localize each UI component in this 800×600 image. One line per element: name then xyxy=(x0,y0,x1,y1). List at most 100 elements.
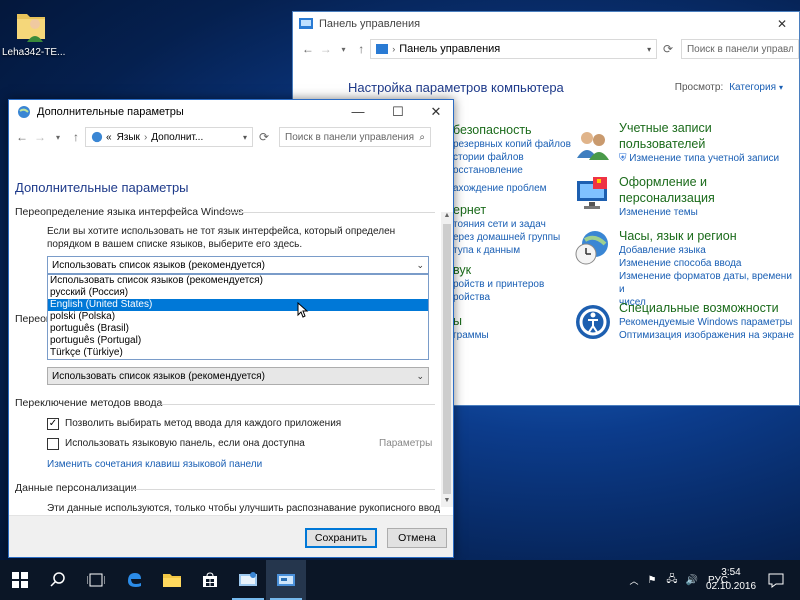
advanced-settings-window[interactable]: Дополнительные параметры — ☐ ✕ ← → ▾ ↑ «… xyxy=(8,99,454,558)
address-crumb[interactable]: Дополнит... xyxy=(151,132,203,143)
left-cat-text[interactable]: стории файлов xyxy=(453,151,571,164)
category-title[interactable]: пользователей xyxy=(619,136,779,152)
category-link[interactable]: Оптимизация изображения на экране xyxy=(619,329,794,342)
address-overflow[interactable]: « xyxy=(106,132,112,143)
hotkeys-link[interactable]: Изменить сочетания клавиш языковой панел… xyxy=(47,459,262,470)
dialog-scrollbar[interactable]: ▲ ▼ xyxy=(441,212,453,507)
category-link[interactable]: Добавление языка xyxy=(619,244,799,257)
control-panel-titlebar[interactable]: Панель управления ✕ xyxy=(293,12,799,36)
category-link[interactable]: Изменение темы xyxy=(619,206,715,219)
cancel-button[interactable]: Отмена xyxy=(387,528,447,548)
address-dropdown-icon[interactable]: ▾ xyxy=(243,133,247,142)
category-title[interactable]: Учетные записи xyxy=(619,120,779,136)
user-accounts-icon[interactable] xyxy=(575,128,611,164)
view-selector[interactable]: Просмотр: Категория ▾ xyxy=(675,82,783,93)
category-appearance: Оформление и персонализация Изменение те… xyxy=(619,174,715,219)
refresh-icon[interactable]: ⟳ xyxy=(659,42,677,56)
store-button[interactable] xyxy=(190,560,230,600)
dropdown-option[interactable]: русский (Россия) xyxy=(48,287,428,299)
category-clock-language: Часы, язык и регион Добавление языка Изм… xyxy=(619,228,799,309)
maximize-icon[interactable]: ☐ xyxy=(381,102,415,122)
dialog-search-input[interactable]: Поиск в панели управления ⌕ xyxy=(279,127,431,147)
minimize-icon[interactable]: — xyxy=(341,102,375,122)
left-cat-text[interactable]: ройств и принтеров xyxy=(453,278,571,291)
category-link[interactable]: ⛨ Изменение типа учетной записи xyxy=(619,152,779,165)
taskbar-clock[interactable]: 3:54 02.10.2016 xyxy=(706,566,756,594)
left-cat-text[interactable]: тупа к данным xyxy=(453,244,571,257)
history-chevron-icon[interactable]: ▾ xyxy=(335,45,353,54)
volume-icon[interactable]: 🔊 xyxy=(682,575,702,586)
dropdown-option[interactable]: português (Portugal) xyxy=(48,335,428,347)
start-button[interactable] xyxy=(0,560,40,600)
left-cat-text[interactable]: ерез домашней группы xyxy=(453,231,571,244)
left-cat-text[interactable]: граммы xyxy=(453,329,571,342)
action-center-flag-icon[interactable]: ⚑ xyxy=(642,575,662,586)
left-cat-text[interactable]: ройства xyxy=(453,291,571,304)
category-title[interactable]: Оформление и xyxy=(619,174,715,190)
edge-button[interactable] xyxy=(114,560,154,600)
network-icon[interactable]: 🖧 xyxy=(662,572,682,589)
up-arrow-icon[interactable]: ↑ xyxy=(67,130,85,144)
left-cat-text[interactable]: осстановление xyxy=(453,164,571,177)
left-cat-text[interactable]: ахождение проблем xyxy=(453,182,571,195)
category-link[interactable]: Изменение форматов даты, времени и xyxy=(619,270,799,296)
notifications-button[interactable] xyxy=(756,560,796,600)
dialog-address-bar[interactable]: « Язык › Дополнит... ▾ xyxy=(85,127,253,147)
task-view-icon xyxy=(87,573,105,587)
close-icon[interactable]: ✕ xyxy=(419,102,453,122)
category-title[interactable]: Специальные возможности xyxy=(619,300,794,316)
language-settings-taskbar-button[interactable] xyxy=(266,560,306,600)
left-cat-text[interactable]: безопасность xyxy=(453,122,571,138)
clock-time: 3:54 xyxy=(721,567,741,578)
address-dropdown-icon[interactable]: ▾ xyxy=(647,45,651,54)
up-arrow-icon[interactable]: ↑ xyxy=(352,42,370,56)
show-hidden-icons-chevron-icon[interactable]: ︿ xyxy=(626,574,642,587)
scroll-up-icon[interactable]: ▲ xyxy=(441,212,453,222)
left-cat-text[interactable]: резервных копий файлов xyxy=(453,138,571,151)
per-app-input-checkbox-row[interactable]: ✓ Позволить выбирать метод ввода для каж… xyxy=(47,417,341,430)
ui-language-dropdown[interactable]: Использовать список языков (рекомендуетс… xyxy=(47,256,429,274)
history-chevron-icon[interactable]: ▾ xyxy=(49,133,67,142)
left-cat-text[interactable]: ернет xyxy=(453,202,571,218)
search-button[interactable] xyxy=(38,560,78,600)
dropdown-option[interactable]: português (Brasil) xyxy=(48,323,428,335)
back-arrow-icon[interactable]: ← xyxy=(13,130,31,144)
clock-language-icon[interactable] xyxy=(575,230,611,266)
scroll-down-icon[interactable]: ▼ xyxy=(441,497,453,507)
task-view-button[interactable] xyxy=(76,560,116,600)
control-panel-taskbar-button[interactable] xyxy=(228,560,268,600)
control-panel-address-bar[interactable]: › Панель управления ▾ xyxy=(370,39,658,59)
dropdown-option[interactable]: Türkçe (Türkiye) xyxy=(48,347,428,359)
address-crumb[interactable]: Язык xyxy=(117,132,140,143)
back-arrow-icon[interactable]: ← xyxy=(299,42,317,56)
file-explorer-button[interactable] xyxy=(152,560,192,600)
refresh-icon[interactable]: ⟳ xyxy=(255,130,273,144)
parameters-link[interactable]: Параметры xyxy=(379,438,432,449)
dropdown-option-highlighted[interactable]: English (United States) xyxy=(48,299,428,311)
category-title[interactable]: Часы, язык и регион xyxy=(619,228,799,244)
dropdown-option[interactable]: polski (Polska) xyxy=(48,311,428,323)
left-cat-text[interactable]: тояния сети и задач xyxy=(453,218,571,231)
category-link[interactable]: Рекомендуемые Windows параметры xyxy=(619,316,794,329)
accessibility-icon[interactable] xyxy=(575,304,611,340)
dropdown-option[interactable]: Использовать список языков (рекомендуетс… xyxy=(48,275,428,287)
desktop-icon-user-folder[interactable]: Leha342-TE... xyxy=(2,8,65,58)
left-cat-text[interactable]: вук xyxy=(453,262,571,278)
left-cat-text[interactable]: ы xyxy=(453,313,571,329)
address-cp-icon xyxy=(376,44,389,54)
appearance-icon[interactable] xyxy=(575,177,611,213)
ui-language-dropdown-list[interactable]: Использовать список языков (рекомендуетс… xyxy=(47,274,429,360)
category-title[interactable]: персонализация xyxy=(619,190,715,206)
forward-arrow-icon[interactable]: → xyxy=(317,42,335,56)
language-bar-checkbox[interactable] xyxy=(47,437,59,450)
per-app-input-checkbox[interactable]: ✓ xyxy=(47,417,59,430)
scrollbar-thumb[interactable] xyxy=(443,224,451,494)
save-button[interactable]: Сохранить xyxy=(305,528,377,548)
input-method-dropdown[interactable]: Использовать список языков (рекомендуетс… xyxy=(47,367,429,385)
language-bar-checkbox-row[interactable]: Использовать языковую панель, если она д… xyxy=(47,437,305,450)
forward-arrow-icon[interactable]: → xyxy=(31,130,49,144)
view-value[interactable]: Категория xyxy=(729,82,776,93)
control-panel-search-input[interactable]: Поиск в панели управления xyxy=(680,39,799,59)
category-link[interactable]: Изменение способа ввода xyxy=(619,257,799,270)
close-icon[interactable]: ✕ xyxy=(777,17,787,31)
